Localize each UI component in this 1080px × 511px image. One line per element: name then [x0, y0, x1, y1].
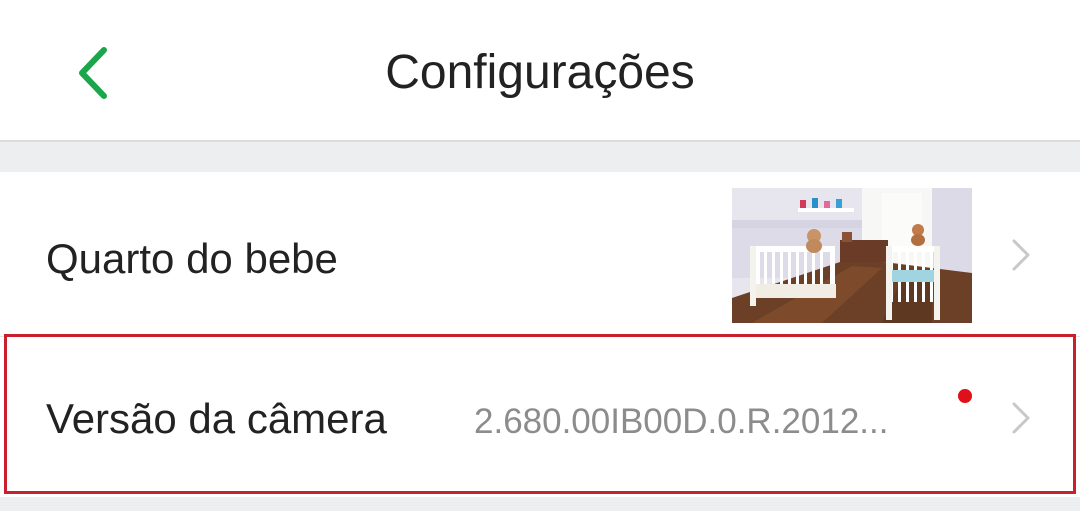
chevron-right-icon	[1012, 402, 1030, 434]
camera-version-row[interactable]: Versão da câmera 2.680.00IB00D.0.R.2012.…	[0, 337, 1080, 497]
camera-version-value: 2.680.00IB00D.0.R.2012...	[474, 402, 889, 441]
camera-room-label: Quarto do bebe	[46, 235, 338, 282]
camera-room-row[interactable]: Quarto do bebe	[0, 172, 1080, 337]
update-badge	[958, 389, 972, 403]
section-divider-bottom	[0, 497, 1080, 511]
page-title: Configurações	[385, 46, 695, 99]
camera-thumbnail[interactable]	[732, 188, 972, 323]
camera-version-label: Versão da câmera	[46, 395, 387, 442]
section-divider	[0, 142, 1080, 172]
top-bar: Configurações	[0, 0, 1080, 142]
nursery-snapshot-image	[732, 188, 972, 323]
chevron-right-icon	[1012, 239, 1030, 271]
